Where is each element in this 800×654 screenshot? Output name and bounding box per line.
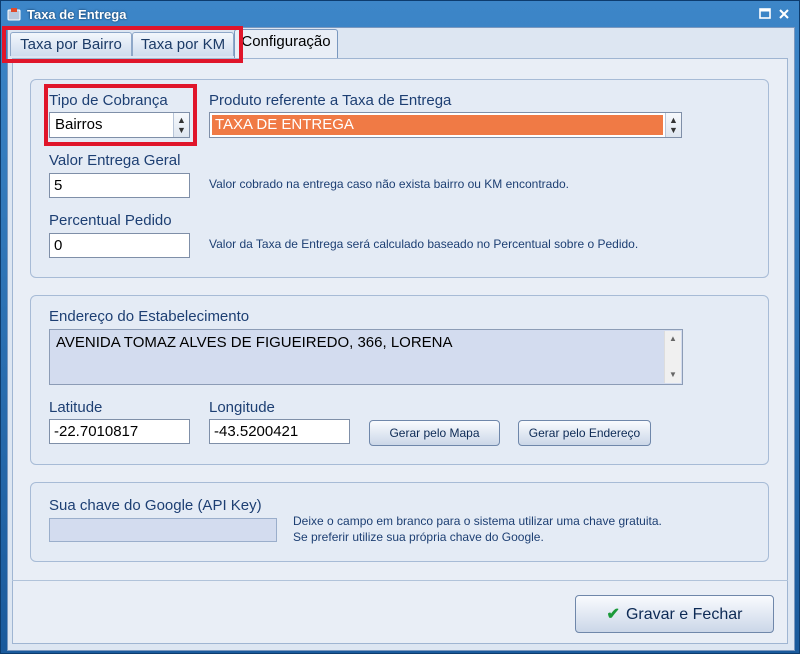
produto-label: Produto referente a Taxa de Entrega [209,92,452,109]
group-google: Sua chave do Google (API Key) Deixe o ca… [30,482,769,562]
latitude-label: Latitude [49,399,103,416]
check-icon: ✔ [606,606,620,623]
gravar-e-fechar-label: Gravar e Fechar [625,606,743,623]
endereco-label: Endereço do Estabelecimento [49,308,250,325]
google-key-label: Sua chave do Google (API Key) [49,497,262,514]
tab-taxa-por-km[interactable]: Taxa por KM [132,32,234,56]
gerar-pelo-endereco-button[interactable]: Gerar pelo Endereço [518,420,651,446]
group-cobranca: Tipo de Cobrança Bairros ▲ ▼ Produto refe… [30,79,769,278]
gravar-e-fechar-button[interactable]: ✔ Gravar e Fechar [575,595,774,633]
tipo-cobranca-value: Bairros [55,116,103,133]
client-area: Taxa por Bairro Taxa por KM Configuração… [2,26,795,651]
window-title: Taxa de Entrega [27,7,127,22]
updown-arrow-icon: ▲ ▼ [173,113,189,137]
endereco-scrollbar[interactable]: ▲ ▼ [664,331,681,383]
endereco-text: AVENIDA TOMAZ ALVES DE FIGUEIREDO, 366, … [56,334,453,351]
tipo-cobranca-label: Tipo de Cobrança [49,92,168,109]
main-window: Taxa de Entrega Taxa por Bairro Taxa por… [0,0,800,654]
scroll-down-icon[interactable]: ▼ [665,367,681,383]
group-endereco: Endereço do Estabelecimento AVENIDA TOMA… [30,295,769,465]
longitude-input[interactable] [209,419,350,444]
produto-value: TAXA DE ENTREGA [212,115,663,135]
percentual-pedido-input[interactable] [49,233,190,258]
produto-select[interactable]: TAXA DE ENTREGA ▲ ▼ [209,112,682,138]
valor-entrega-geral-hint: Valor cobrado na entrega caso não exista… [209,177,569,191]
gerar-pelo-mapa-button[interactable]: Gerar pelo Mapa [369,420,500,446]
tab-taxa-por-bairro[interactable]: Taxa por Bairro [10,32,132,56]
scroll-up-icon[interactable]: ▲ [665,331,681,347]
app-icon [7,8,21,21]
percentual-pedido-hint: Valor da Taxa de Entrega será calculado … [209,237,639,251]
title-bar[interactable]: Taxa de Entrega [1,1,799,27]
google-key-hint: Deixe o campo em branco para o sistema u… [293,514,662,544]
valor-entrega-geral-label: Valor Entrega Geral [49,152,181,169]
percentual-pedido-label: Percentual Pedido [49,212,172,229]
updown-arrow-icon: ▲ ▼ [665,113,681,137]
endereco-memo[interactable]: AVENIDA TOMAZ ALVES DE FIGUEIREDO, 366, … [49,329,683,385]
latitude-input[interactable] [49,419,190,444]
close-icon[interactable] [776,6,792,22]
tab-strip: Taxa por Bairro Taxa por KM Configuração [8,28,794,58]
valor-entrega-geral-input[interactable] [49,173,190,198]
maximize-icon[interactable] [757,6,773,22]
footer-panel: ✔ Gravar e Fechar [12,580,788,645]
tab-configuracao[interactable]: Configuração [234,29,338,58]
tab-page-configuracao: Tipo de Cobrança Bairros ▲ ▼ Produto refe… [12,58,788,644]
tipo-cobranca-select[interactable]: Bairros ▲ ▼ [49,112,190,138]
longitude-label: Longitude [209,399,275,416]
google-key-input[interactable] [49,518,277,542]
